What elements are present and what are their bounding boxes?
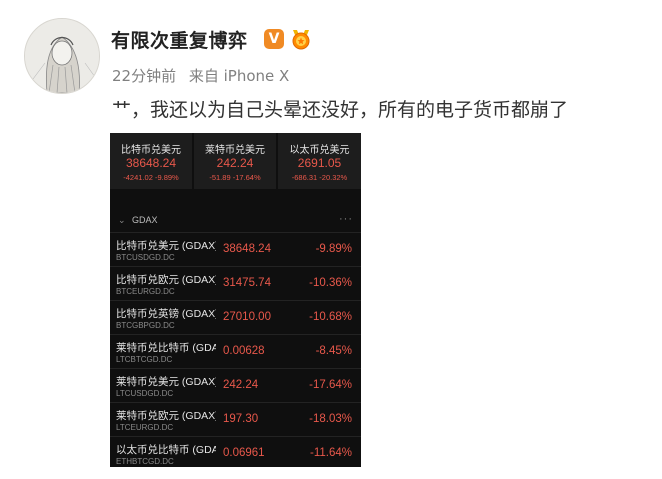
pair-change: -11.64%	[310, 447, 352, 459]
pair-name: 莱特币兑欧元 (GDAX)	[116, 410, 216, 422]
pair-price: 38648.24	[223, 243, 271, 255]
ticker-price: 2691.05	[297, 156, 342, 170]
table-row: 比特币兑美元 (GDAX) BTCUSDGD.DC 38648.24 -9.89…	[110, 232, 361, 266]
username[interactable]: 有限次重复博弈	[111, 26, 248, 53]
attached-screenshot[interactable]: 比特币兑美元 38648.24 -4241.02 -9.89% 莱特币兑美元 2…	[110, 133, 361, 467]
pair-symbol: BTCGBPGD.DC	[116, 321, 175, 330]
pair-symbol: LTCEURGD.DC	[116, 423, 174, 432]
ticker-change: -4241.02 -9.89%	[123, 173, 179, 182]
pair-price: 31475.74	[223, 277, 271, 289]
avatar[interactable]	[24, 18, 100, 94]
pair-name: 比特币兑美元 (GDAX)	[116, 240, 216, 252]
ticker-card: 比特币兑美元 38648.24 -4241.02 -9.89%	[110, 133, 192, 189]
table-row: 比特币兑欧元 (GDAX) BTCEURGD.DC 31475.74 -10.3…	[110, 266, 361, 300]
ticker-name: 比特币兑美元	[121, 145, 181, 156]
pair-symbol: LTCUSDGD.DC	[116, 389, 174, 398]
table-row: 以太币兑比特币 (GDAX) ETHBTCGD.DC 0.06961 -11.6…	[110, 436, 361, 467]
medal-icon[interactable]	[289, 28, 313, 50]
pair-price: 0.06961	[223, 447, 265, 459]
pair-symbol: LTCBTCGD.DC	[116, 355, 173, 364]
ticker-change: -686.31 -20.32%	[291, 173, 348, 182]
avatar-illustration	[25, 19, 99, 93]
table-row: 莱特币兑美元 (GDAX) LTCUSDGD.DC 242.24 -17.64%	[110, 368, 361, 402]
more-icon: ···	[339, 213, 353, 225]
ticker-change: -51.89 -17.64%	[209, 173, 261, 182]
pair-name: 莱特币兑美元 (GDAX)	[116, 376, 216, 388]
ticker-name: 以太币兑美元	[289, 145, 350, 156]
pair-change: -10.36%	[309, 277, 352, 289]
group-label: GDAX	[132, 215, 158, 225]
verified-badge-icon[interactable]: V	[264, 29, 284, 49]
ticker-card: 以太币兑美元 2691.05 -686.31 -20.32%	[278, 133, 361, 189]
table-row: 莱特币兑比特币 (GDAX) LTCBTCGD.DC 0.00628 -8.45…	[110, 334, 361, 368]
pair-price: 0.00628	[223, 345, 265, 357]
pair-name: 莱特币兑比特币 (GDAX)	[116, 342, 216, 354]
pair-price: 197.30	[223, 413, 259, 425]
pair-change: -8.45%	[315, 345, 352, 357]
ticker-price: 38648.24	[125, 156, 177, 170]
chevron-down-icon: ⌄	[118, 215, 126, 225]
ticker-summary: 比特币兑美元 38648.24 -4241.02 -9.89% 莱特币兑美元 2…	[110, 133, 361, 189]
group-header: ⌄ GDAX ···	[110, 213, 361, 231]
pair-symbol: BTCUSDGD.DC	[116, 253, 175, 262]
pair-symbol: ETHBTCGD.DC	[116, 457, 174, 466]
ticker-name: 莱特币兑美元	[205, 145, 265, 156]
ticker-price: 242.24	[216, 156, 254, 170]
post-time[interactable]: 22分钟前	[112, 67, 176, 85]
pair-change: -10.68%	[309, 311, 352, 323]
pair-name: 以太币兑比特币 (GDAX)	[116, 444, 216, 456]
post-source[interactable]: 来自 iPhone X	[189, 67, 289, 85]
ticker-card: 莱特币兑美元 242.24 -51.89 -17.64%	[194, 133, 276, 189]
pair-name: 比特币兑英镑 (GDAX)	[116, 308, 216, 320]
table-row: 莱特币兑欧元 (GDAX) LTCEURGD.DC 197.30 -18.03%	[110, 402, 361, 436]
pair-name: 比特币兑欧元 (GDAX)	[116, 274, 216, 286]
pair-change: -9.89%	[315, 243, 352, 255]
pair-change: -18.03%	[309, 413, 352, 425]
pair-symbol: BTCEURGD.DC	[116, 287, 175, 296]
post-meta: 22分钟前 来自 iPhone X	[112, 65, 297, 86]
pair-price: 27010.00	[223, 311, 271, 323]
pair-change: -17.64%	[309, 379, 352, 391]
table-row: 比特币兑英镑 (GDAX) BTCGBPGD.DC 27010.00 -10.6…	[110, 300, 361, 334]
pair-price: 242.24	[223, 379, 259, 391]
post-text: 艹，我还以为自己头晕还没好，所有的电子货币都崩了	[112, 99, 569, 121]
